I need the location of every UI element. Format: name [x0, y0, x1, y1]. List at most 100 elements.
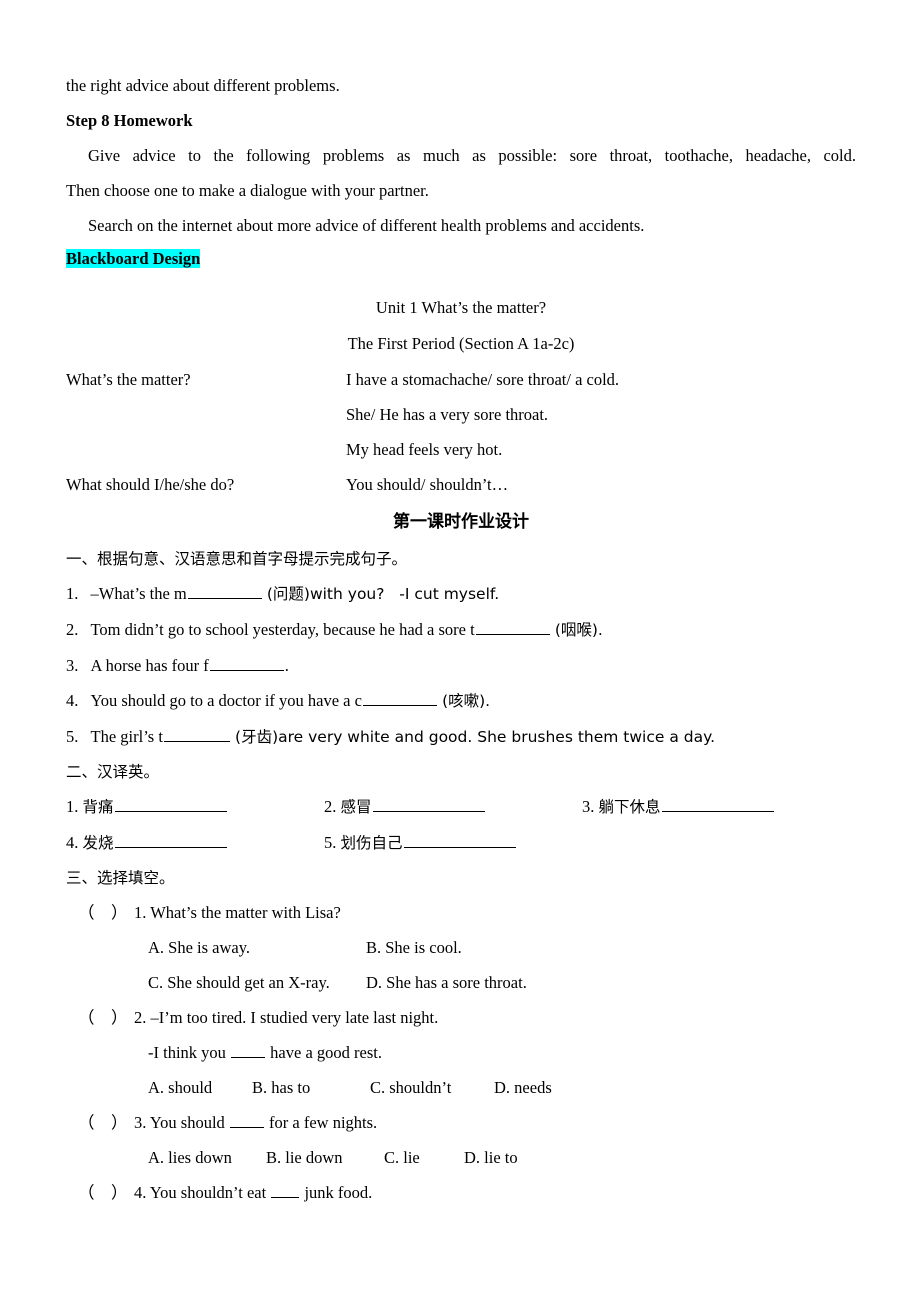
option-c[interactable]: C. lie: [384, 1140, 464, 1175]
multiple-choice-question: （ ） 1. What’s the matter with Lisa?: [66, 895, 856, 930]
translation-item: 5. 划伤自己: [324, 825, 582, 861]
stem-pre-text: You shouldn’t eat: [149, 1183, 271, 1202]
translation-row: 1. 背痛 2. 感冒 3. 躺下休息: [66, 789, 856, 825]
answer-blank[interactable]: [114, 797, 227, 812]
item-post-text: (咽喉).: [554, 621, 603, 639]
item-number: 1.: [134, 903, 147, 922]
stem-post-text: have a good rest.: [266, 1043, 382, 1062]
blackboard-question: What’s the matter?: [66, 370, 191, 389]
homework-paragraph-1: Give advice to the following problems as…: [88, 146, 856, 165]
homework-paragraph-2: Search on the internet about more advice…: [88, 216, 645, 235]
blackboard-row: What should I/he/she do? You should/ sho…: [66, 467, 856, 502]
stem-post-text: for a few nights.: [264, 1113, 378, 1132]
worksheet-title: 第一课时作业设计: [393, 512, 529, 532]
answer-blank[interactable]: [187, 584, 262, 599]
item-number: 2.: [134, 1008, 147, 1027]
item-number: 5.: [66, 727, 79, 746]
item-pre-text: You should go to a doctor if you have a …: [90, 691, 362, 710]
item-number: 1.: [66, 584, 79, 603]
item-post-text: (咳嗽).: [442, 692, 491, 710]
option-row: A. She is away. B. She is cool.: [66, 930, 856, 965]
question-stem: What’s the matter with Lisa?: [150, 903, 341, 922]
option-c[interactable]: C. shouldn’t: [370, 1070, 494, 1105]
answer-blank[interactable]: [403, 833, 516, 848]
translation-item: 1. 背痛: [66, 789, 324, 825]
section-1-heading: 一、根据句意、汉语意思和首字母提示完成句子。: [66, 550, 408, 568]
item-pre-text: The girl’s t: [90, 727, 163, 746]
option-d[interactable]: D. needs: [494, 1070, 552, 1105]
fill-blank-item: 5. The girl’s t (牙齿)are very white and g…: [66, 719, 856, 755]
translation-item: 2. 感冒: [324, 789, 582, 825]
answer-blank[interactable]: [661, 797, 774, 812]
item-number: 3.: [66, 656, 79, 675]
item-pre-text: Tom didn’t go to school yesterday, becau…: [90, 620, 475, 639]
answer-blank[interactable]: [362, 691, 437, 706]
document-page: the right advice about different problem…: [0, 0, 920, 1302]
option-d[interactable]: D. She has a sore throat.: [366, 965, 527, 1000]
section-3-heading: 三、选择填空。: [66, 869, 175, 887]
answer-blank[interactable]: [209, 656, 284, 671]
item-number: 1.: [66, 797, 79, 816]
item-number: 2.: [66, 620, 79, 639]
blackboard-row: My head feels very hot.: [66, 432, 856, 467]
blackboard-answer: My head feels very hot.: [346, 440, 503, 459]
answer-parenthesis[interactable]: （ ）: [78, 895, 134, 930]
option-row: C. She should get an X-ray. D. She has a …: [66, 965, 856, 1000]
answer-blank[interactable]: [163, 727, 230, 742]
blackboard-design-heading-wrap: Blackboard Design: [66, 243, 856, 276]
blackboard-answer: She/ He has a very sore throat.: [346, 405, 549, 424]
answer-parenthesis[interactable]: （ ）: [78, 1175, 134, 1210]
option-a[interactable]: A. lies down: [148, 1140, 266, 1175]
blackboard-question: [66, 397, 346, 432]
answer-blank[interactable]: [114, 833, 227, 848]
item-number: 4.: [66, 691, 79, 710]
translation-item: 3. 躺下休息: [582, 789, 840, 825]
multiple-choice-question: （ ） 2. –I’m too tired. I studied very lat…: [66, 1000, 856, 1035]
option-a[interactable]: A. should: [148, 1070, 252, 1105]
fill-blank-item: 1. –What’s the m (问题)with you? -I cut my…: [66, 576, 856, 612]
item-post-text: (问题)with you? -I cut myself.: [266, 585, 500, 603]
multiple-choice-question: （ ） 3. You should for a few nights.: [66, 1105, 856, 1140]
option-row: A. should B. has to C. shouldn’t D. needs: [66, 1070, 856, 1105]
answer-blank[interactable]: [231, 1043, 266, 1058]
translation-label: 躺下休息: [598, 798, 661, 816]
translation-label: 背痛: [82, 798, 114, 816]
translation-label: 划伤自己: [340, 834, 403, 852]
option-row: A. lies down B. lie down C. lie D. lie to: [66, 1140, 856, 1175]
answer-blank[interactable]: [475, 620, 550, 635]
document-content: the right advice about different problem…: [66, 68, 856, 1210]
option-d[interactable]: D. lie to: [464, 1140, 518, 1175]
translation-row: 4. 发烧 5. 划伤自己: [66, 825, 856, 861]
item-number: 4.: [66, 833, 79, 852]
item-pre-text: –What’s the m: [90, 584, 187, 603]
stem-post-text: junk food.: [300, 1183, 373, 1202]
stem-pre-text: You should: [149, 1113, 229, 1132]
option-b[interactable]: B. She is cool.: [366, 930, 462, 965]
item-number: 5.: [324, 833, 337, 852]
fill-blank-item: 2. Tom didn’t go to school yesterday, be…: [66, 612, 856, 648]
section-2-heading: 二、汉译英。: [66, 763, 160, 781]
answer-parenthesis[interactable]: （ ）: [78, 1000, 134, 1035]
stem-pre-text: -I think you: [148, 1043, 231, 1062]
option-a[interactable]: A. She is away.: [148, 930, 366, 965]
blackboard-title-line-2: The First Period (Section A 1a-2c): [347, 334, 575, 353]
option-b[interactable]: B. lie down: [266, 1140, 384, 1175]
blackboard-title-line-1: Unit 1 What’s the matter?: [375, 298, 547, 317]
option-c[interactable]: C. She should get an X-ray.: [148, 965, 366, 1000]
answer-blank[interactable]: [271, 1183, 300, 1198]
item-number: 3.: [134, 1113, 147, 1132]
translation-item: 4. 发烧: [66, 825, 324, 861]
option-b[interactable]: B. has to: [252, 1070, 370, 1105]
blackboard-row: What’s the matter? I have a stomachache/…: [66, 362, 856, 397]
blackboard-question: [66, 432, 346, 467]
answer-parenthesis[interactable]: （ ）: [78, 1105, 134, 1140]
fill-blank-item: 3. A horse has four f.: [66, 648, 856, 683]
question-stem: –I’m too tired. I studied very late last…: [150, 1008, 439, 1027]
item-post-text: (牙齿)are very white and good. She brushes…: [235, 728, 715, 746]
answer-blank[interactable]: [229, 1113, 264, 1128]
item-number: 2.: [324, 797, 337, 816]
blackboard-answer: You should/ shouldn’t…: [346, 475, 509, 494]
item-number: 4.: [134, 1183, 147, 1202]
answer-blank[interactable]: [372, 797, 485, 812]
question-stem-second-line: -I think you have a good rest.: [66, 1035, 856, 1070]
